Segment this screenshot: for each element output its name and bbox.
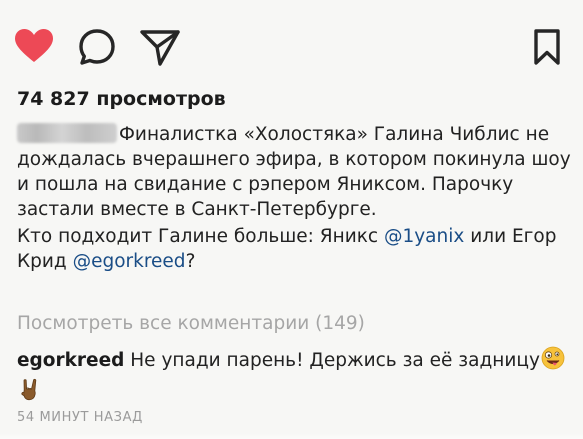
send-icon[interactable] xyxy=(139,27,181,67)
heart-icon[interactable] xyxy=(14,28,54,64)
caption-paragraph: Финалистка «Холостяка» Галина Чиблис не … xyxy=(17,122,573,222)
bookmark-icon[interactable] xyxy=(532,29,562,65)
comment-icon[interactable] xyxy=(77,27,117,67)
blurred-author-username[interactable] xyxy=(17,123,117,143)
caption-question: Кто подходит Галине больше: Яникс @1yani… xyxy=(17,224,573,274)
post-timestamp[interactable]: 54 МИНУТ НАЗАД xyxy=(17,410,143,425)
comment-text: Не упади парень! Держись за её задницу xyxy=(124,350,540,371)
zany-face-emoji-icon xyxy=(541,346,565,377)
view-all-comments-link[interactable]: Посмотреть все комментарии (149) xyxy=(17,313,365,334)
horns-hand-emoji-icon xyxy=(18,377,42,408)
mention-link-egorkreed[interactable]: @egorkreed xyxy=(73,251,186,272)
comment-item: egorkreed Не упади парень! Держись за её… xyxy=(17,346,573,408)
view-count[interactable]: 74 827 просмотров xyxy=(17,88,226,110)
mention-link-1yanix[interactable]: @1yanix xyxy=(384,226,464,247)
bottom-edge xyxy=(0,433,583,439)
post-caption: Финалистка «Холостяка» Галина Чиблис не … xyxy=(17,122,573,274)
question-prefix: Кто подходит Галине больше: Яникс xyxy=(17,226,384,247)
post-action-bar xyxy=(0,0,583,90)
question-suffix: ? xyxy=(185,251,196,272)
comment-username[interactable]: egorkreed xyxy=(17,350,124,371)
